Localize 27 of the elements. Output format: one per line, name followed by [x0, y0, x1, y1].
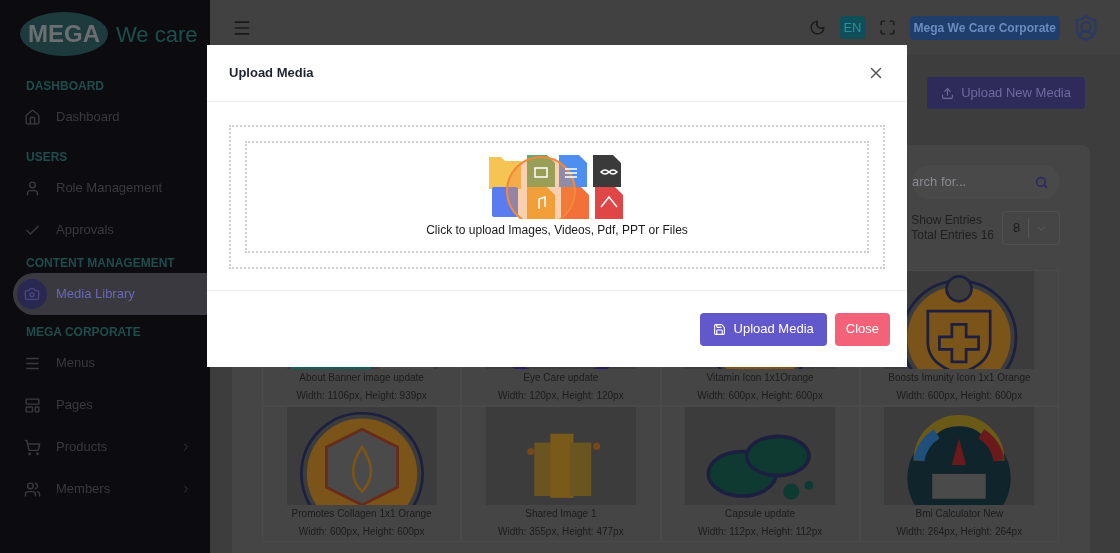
fullscreen-icon[interactable]: [878, 19, 896, 36]
search-icon: [1035, 175, 1048, 189]
section-title: DASHBOARD: [25, 78, 105, 95]
close-button[interactable]: Close: [834, 312, 890, 346]
dialog-title: Upload Media: [229, 64, 314, 83]
home-icon: [24, 108, 41, 126]
section-title: USERS: [25, 149, 69, 166]
dropzone-text: Click to upload Images, Videos, Pdf, PPT or Files: [426, 222, 688, 239]
language-badge[interactable]: EN: [840, 15, 865, 40]
upload-new-media-button[interactable]: Upload New Media: [927, 77, 1085, 109]
section-title: MEGA CORPORATE: [25, 324, 142, 341]
logo-tagline: We care: [116, 20, 198, 49]
camera-icon: [17, 279, 47, 309]
dropzone[interactable]: Click to upload Images, Videos, Pdf, PPT or Files: [229, 125, 885, 269]
users-icon: [24, 480, 41, 498]
search-field[interactable]: arch for...: [912, 165, 1060, 199]
user-button[interactable]: Mega We Care Corporate: [909, 15, 1060, 40]
upload-icon: [941, 86, 955, 100]
logo-brand: MEGA: [20, 12, 108, 56]
sidebar-item[interactable]: Media Library: [13, 273, 210, 315]
layout-icon: [24, 396, 41, 414]
upload-media-button[interactable]: Upload Media: [699, 312, 827, 346]
user-icon: [24, 179, 41, 197]
dark-mode-icon[interactable]: [809, 19, 827, 36]
cart-icon: [24, 438, 41, 456]
save-icon: [712, 322, 726, 336]
section-title: CONTENT MANAGEMENT: [25, 255, 176, 272]
